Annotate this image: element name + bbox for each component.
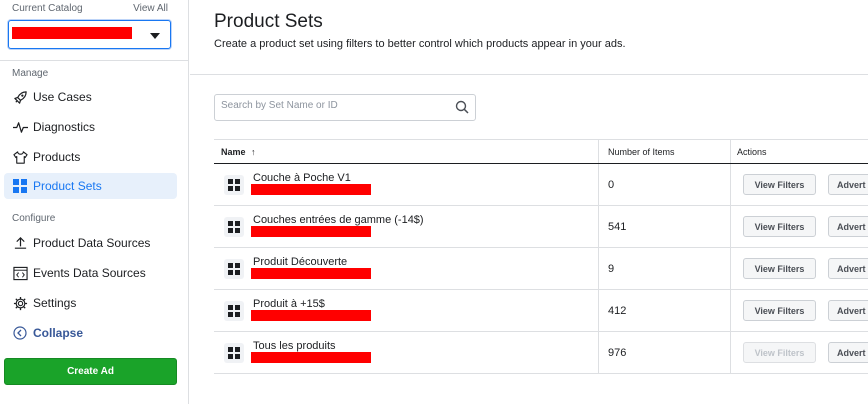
main-content: Product Sets Create a product set using … <box>190 0 868 404</box>
sidebar-item-label: Product Sets <box>33 179 102 193</box>
advertise-button[interactable]: Advert <box>828 174 868 195</box>
sidebar-item-label: Products <box>33 150 81 164</box>
upload-icon <box>12 235 28 251</box>
search-input[interactable] <box>221 100 441 111</box>
sidebar-item-product-data-sources[interactable]: Product Data Sources <box>4 230 177 256</box>
sidebar-item-label: Events Data Sources <box>33 266 146 280</box>
item-count: 0 <box>608 179 615 191</box>
view-filters-button[interactable]: View Filters <box>743 216 816 237</box>
catalog-header: Current Catalog View All <box>12 3 168 14</box>
table-row[interactable]: Produit Découverte 9 View Filters Advert <box>214 248 868 290</box>
table-row[interactable]: Produit à +15$ 412 View Filters Advert <box>214 290 868 332</box>
rocket-icon <box>12 89 28 105</box>
current-catalog-label: Current Catalog <box>12 3 83 14</box>
table-row[interactable]: Couche à Poche V1 0 View Filters Advert <box>214 164 868 206</box>
advertise-button[interactable]: Advert <box>828 300 868 321</box>
view-filters-button[interactable]: View Filters <box>743 174 816 195</box>
sidebar-item-label: Product Data Sources <box>33 236 151 250</box>
redacted-set-id <box>251 310 371 321</box>
advertise-button[interactable]: Advert <box>828 342 868 363</box>
column-header-label: Name <box>221 147 246 157</box>
sort-arrow-icon: ↑ <box>251 147 256 157</box>
product-set-icon <box>224 175 244 195</box>
create-ad-button[interactable]: Create Ad <box>4 358 177 385</box>
collapse-button[interactable]: Collapse <box>4 320 177 346</box>
page-title: Product Sets <box>214 11 323 32</box>
search-icon[interactable] <box>455 100 469 117</box>
collapse-label: Collapse <box>33 326 84 340</box>
sidebar-item-settings[interactable]: Settings <box>4 290 177 316</box>
product-set-icon <box>224 301 244 321</box>
advertise-button[interactable]: Advert <box>828 216 868 237</box>
code-window-icon <box>12 265 28 281</box>
product-sets-table: Name ↑ Number of Items Actions Couche à … <box>214 139 868 374</box>
table-row[interactable]: Couches entrées de gamme (-14$) 541 View… <box>214 206 868 248</box>
set-name[interactable]: Couches entrées de gamme (-14$) <box>253 214 424 226</box>
catalog-select[interactable] <box>8 20 171 49</box>
chevron-left-circle-icon <box>12 325 28 341</box>
shirt-icon <box>12 149 28 165</box>
search-box[interactable] <box>214 94 476 121</box>
item-count: 9 <box>608 263 615 275</box>
redacted-catalog-name <box>12 27 132 39</box>
view-all-link[interactable]: View All <box>133 3 168 14</box>
gear-icon <box>12 295 28 311</box>
item-count: 412 <box>608 305 627 317</box>
product-set-icon <box>224 217 244 237</box>
column-header-name[interactable]: Name ↑ <box>221 147 256 157</box>
view-filters-button[interactable]: View Filters <box>743 300 816 321</box>
sidebar-item-use-cases[interactable]: Use Cases <box>4 84 177 110</box>
table-row[interactable]: Tous les produits 976 View Filters Adver… <box>214 332 868 374</box>
set-name[interactable]: Tous les produits <box>253 340 336 352</box>
pulse-icon <box>12 119 28 135</box>
product-set-icon <box>224 343 244 363</box>
column-header-actions: Actions <box>737 147 767 157</box>
sidebar-item-events-data-sources[interactable]: Events Data Sources <box>4 260 177 286</box>
divider <box>190 74 868 75</box>
redacted-set-id <box>251 184 371 195</box>
item-count: 976 <box>608 347 627 359</box>
sidebar-item-products[interactable]: Products <box>4 144 177 170</box>
set-name[interactable]: Produit à +15$ <box>253 298 325 310</box>
advertise-button[interactable]: Advert <box>828 258 868 279</box>
page-subtitle: Create a product set using filters to be… <box>214 38 626 50</box>
sidebar-item-product-sets[interactable]: Product Sets <box>4 173 177 199</box>
divider <box>0 60 189 61</box>
sidebar-item-diagnostics[interactable]: Diagnostics <box>4 114 177 140</box>
sidebar: Current Catalog View All Manage Use Case… <box>0 0 189 404</box>
grid-icon <box>12 178 28 194</box>
sidebar-item-label: Diagnostics <box>33 120 96 134</box>
configure-section-label: Configure <box>12 213 56 224</box>
product-set-icon <box>224 259 244 279</box>
item-count: 541 <box>608 221 627 233</box>
manage-section-label: Manage <box>12 68 49 79</box>
sidebar-item-label: Use Cases <box>33 90 92 104</box>
redacted-set-id <box>251 226 371 237</box>
chevron-down-icon <box>150 33 160 39</box>
set-name[interactable]: Couche à Poche V1 <box>253 172 351 184</box>
sidebar-item-label: Settings <box>33 296 77 310</box>
set-name[interactable]: Produit Découverte <box>253 256 347 268</box>
view-filters-button[interactable]: View Filters <box>743 258 816 279</box>
column-header-items[interactable]: Number of Items <box>608 147 675 157</box>
view-filters-button: View Filters <box>743 342 816 363</box>
redacted-set-id <box>251 352 371 363</box>
table-header: Name ↑ Number of Items Actions <box>214 139 868 164</box>
redacted-set-id <box>251 268 371 279</box>
